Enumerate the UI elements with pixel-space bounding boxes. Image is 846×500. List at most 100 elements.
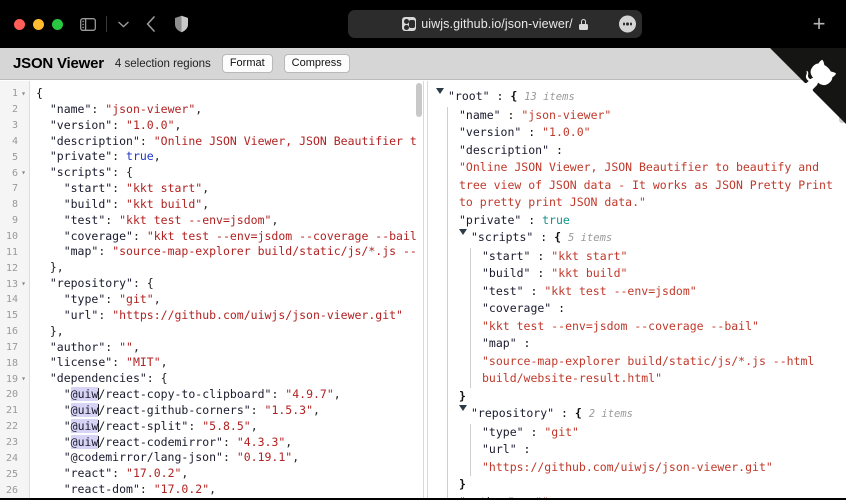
tree-entry: "test" : "kkt test --env=jsdom" [482, 283, 697, 298]
code-line[interactable]: "description": "Online JSON Viewer, JSON… [36, 134, 423, 150]
gutter-line-18: 18▾ [5, 357, 18, 369]
github-corner-icon[interactable] [770, 48, 846, 124]
code-line[interactable]: "@uiw/react-split": "5.8.5", [36, 418, 423, 435]
chevron-down-icon[interactable] [116, 11, 130, 37]
shield-icon[interactable] [168, 11, 194, 37]
tree-repository-children: "type" : "git" "url" : "https://github.com… [470, 423, 838, 476]
ellipsis-icon[interactable] [619, 15, 636, 33]
editor-code-area[interactable]: { "name": "json-viewer", "version": "1.0… [30, 81, 423, 500]
code-line[interactable]: "url": "https://github.com/uiwjs/json-vi… [36, 308, 423, 324]
browser-toolbar: uiwjs.github.io/json-viewer/ + [0, 0, 846, 48]
compress-button[interactable]: Compress [283, 53, 350, 74]
tree-collapse-arrow-icon[interactable] [459, 405, 467, 411]
code-line[interactable]: "author": "", [36, 340, 423, 356]
url-text: uiwjs.github.io/json-viewer/ [421, 17, 573, 31]
code-line[interactable]: "test": "kkt test --env=jsdom", [36, 213, 423, 229]
code-line[interactable]: "build": "kkt build", [36, 197, 423, 213]
site-favicon-icon [402, 17, 417, 31]
code-line[interactable]: }, [36, 260, 423, 276]
code-line[interactable]: "type": "git", [36, 292, 423, 308]
page-title: JSON Viewer [13, 55, 104, 72]
fold-chevron-icon[interactable]: ▾ [20, 169, 27, 177]
gutter-line-3: 3▾ [11, 120, 18, 132]
code-line[interactable]: "react": "17.0.2", [36, 466, 423, 482]
code-line[interactable]: "@codemirror/lang-json": "0.19.1", [36, 450, 423, 466]
tree-scripts-close-brace: } [459, 388, 466, 403]
gutter-line-1: 1 ▾ [11, 88, 27, 100]
tree-root-children: "name" : "json-viewer" "version" : "1.0.0… [447, 106, 838, 500]
code-line[interactable]: "@uiw/react-codemirror": "4.3.3", [36, 434, 423, 451]
fold-chevron-icon[interactable]: ▾ [20, 89, 27, 98]
code-line[interactable]: "@uiw/react-copy-to-clipboard": "4.9.7", [36, 387, 423, 403]
browser-window: uiwjs.github.io/json-viewer/ + JSON View… [0, 0, 846, 500]
toolbar-divider [106, 16, 107, 32]
code-line[interactable]: "private": true, [36, 149, 423, 165]
tree-node-scripts[interactable]: "scripts" : { 5 items [459, 229, 838, 248]
code-line[interactable]: "version": "1.0.0", [36, 118, 423, 134]
tree-entry: "type" : "git" [482, 424, 579, 439]
gutter-line-2: 2▾ [11, 104, 18, 116]
lock-icon [578, 18, 588, 30]
gutter-line-5: 5▾ [11, 151, 18, 163]
maximize-window-button[interactable] [52, 18, 63, 30]
sidebar-toggle-icon[interactable] [77, 11, 99, 37]
tree-collapse-arrow-icon[interactable] [459, 229, 467, 235]
tree-entry: "start" : "kkt start" [482, 248, 628, 263]
url-bar-region: uiwjs.github.io/json-viewer/ [194, 10, 796, 38]
editor-gutter: 1▾ 2▾ 3▾ 4▾ 5▾ 6▾ 7▾ 8▾ 9▾ 10▾ 11▾ 12▾ 13▾ 14▾ 15▾ 16▾ 1… [0, 81, 30, 500]
gutter-line-19: 19 ▾ [5, 373, 27, 385]
tree-scripts-children: "start" : "kkt start" "build" : "kkt buil… [470, 247, 838, 388]
back-arrow-icon[interactable] [140, 11, 162, 37]
gutter-line-22: 22▾ [5, 421, 18, 433]
minimize-window-button[interactable] [33, 18, 44, 30]
editor-vertical-scrollbar[interactable] [414, 81, 423, 500]
gutter-line-9: 9▾ [11, 215, 18, 227]
gutter-line-6: 6 ▾ [11, 167, 27, 179]
fold-chevron-icon[interactable]: ▾ [20, 375, 27, 383]
code-line[interactable]: "repository": { [36, 276, 423, 292]
editor-scrollbar-thumb[interactable] [416, 83, 422, 117]
address-bar[interactable]: uiwjs.github.io/json-viewer/ [348, 10, 642, 38]
gutter-line-4: 4▾ [11, 135, 18, 147]
code-line[interactable]: "scripts": { [36, 165, 423, 181]
tree-root-node: "root" : { 13 items "name" : "json-viewer… [436, 88, 838, 500]
new-tab-button[interactable]: + [804, 9, 834, 39]
fold-chevron-icon[interactable]: ▾ [20, 280, 27, 288]
code-line[interactable]: "start": "kkt start", [36, 181, 423, 197]
code-line[interactable]: "coverage": "kkt test --env=jsdom --cove… [36, 229, 423, 245]
gutter-line-25: 25▾ [5, 468, 18, 480]
gutter-line-10: 10▾ [5, 231, 18, 243]
json-editor-pane[interactable]: 1▾ 2▾ 3▾ 4▾ 5▾ 6▾ 7▾ 8▾ 9▾ 10▾ 11▾ 12▾ 13▾ 14▾ 15▾ 16▾ 1… [0, 81, 423, 500]
gutter-line-20: 20▾ [5, 389, 18, 401]
tree-collapse-arrow-icon[interactable] [436, 88, 444, 94]
gutter-line-14: 14▾ [5, 294, 18, 306]
tree-entry: "map" : "source-map-explorer build/static… [482, 336, 822, 385]
code-line[interactable]: "license": "MIT", [36, 355, 423, 371]
tree-vertical-scrollbar[interactable] [837, 81, 846, 500]
gutter-line-12: 12▾ [5, 262, 18, 274]
tree-entry: "private" : true [459, 212, 570, 227]
gutter-line-24: 24▾ [5, 452, 18, 464]
format-button[interactable]: Format [221, 53, 273, 74]
code-line[interactable]: { [36, 86, 423, 102]
code-line[interactable]: "@uiw/react-github-corners": "1.5.3", [36, 402, 423, 419]
gutter-line-11: 11▾ [5, 246, 18, 258]
page-content: JSON Viewer 4 selection regions Format C… [0, 48, 846, 500]
json-tree: "root" : { 13 items "name" : "json-viewer… [428, 81, 846, 500]
close-window-button[interactable] [14, 18, 25, 30]
code-line[interactable]: "name": "json-viewer", [36, 102, 423, 118]
code-line[interactable]: "react-dom": "17.0.2", [36, 482, 423, 498]
json-tree-pane[interactable]: "root" : { 13 items "name" : "json-viewer… [428, 81, 846, 500]
code-line[interactable]: "map": "source-map-explorer build/static… [36, 244, 423, 260]
tree-entry: "version" : "1.0.0" [459, 125, 591, 139]
tree-entry: "url" : "https://github.com/uiwjs/json-vi… [482, 442, 773, 474]
gutter-line-13: 13 ▾ [5, 278, 27, 290]
code-line[interactable]: }, [36, 324, 423, 340]
window-traffic-lights [14, 18, 63, 30]
selection-status: 4 selection regions [114, 57, 211, 70]
tree-node-repository[interactable]: "repository" : { 2 items [459, 405, 838, 424]
split-panes: 1▾ 2▾ 3▾ 4▾ 5▾ 6▾ 7▾ 8▾ 9▾ 10▾ 11▾ 12▾ 13▾ 14▾ 15▾ 16▾ 1… [0, 81, 846, 500]
gutter-line-17: 17▾ [5, 341, 18, 353]
tree-entry: "coverage" : "kkt test --env=jsdom --cove… [482, 301, 759, 333]
code-line[interactable]: "dependencies": { [36, 371, 423, 387]
